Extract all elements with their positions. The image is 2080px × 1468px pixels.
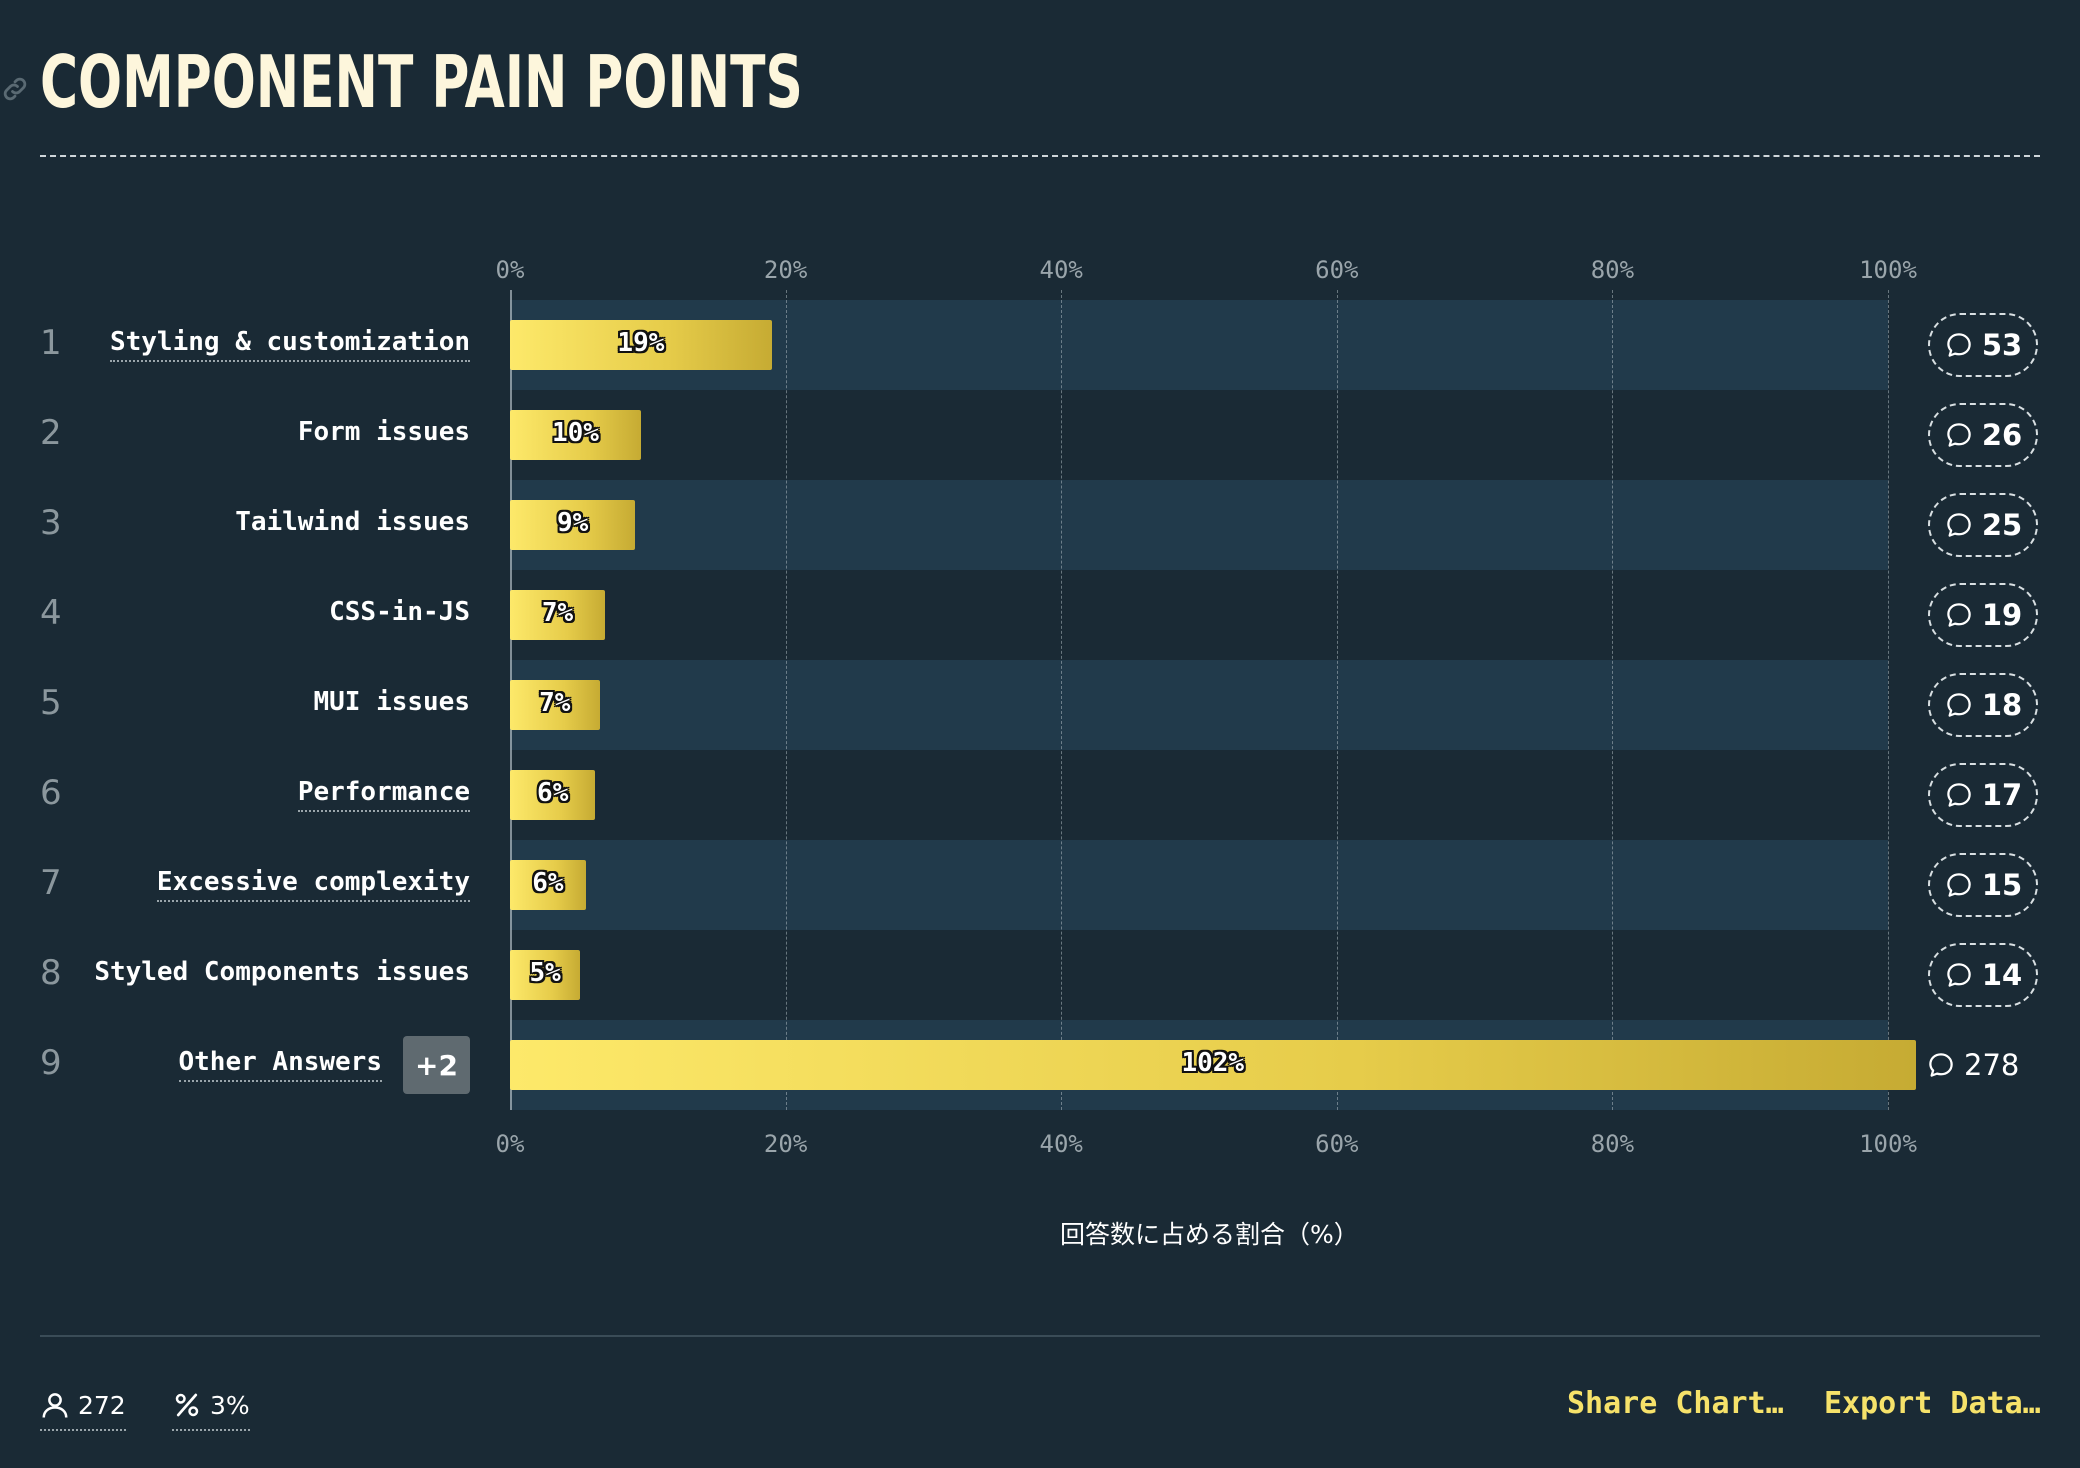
row-band — [510, 660, 1888, 750]
bar-value-label: 6% — [532, 868, 564, 898]
more-answers-badge[interactable]: +2 — [403, 1036, 470, 1094]
percent-stat[interactable]: 3% — [172, 1383, 250, 1431]
row-rank: 8 — [40, 953, 62, 993]
x-tick-top: 60% — [1315, 256, 1359, 284]
comment-icon — [1947, 423, 1971, 447]
gridline — [1336, 290, 1338, 1110]
comment-icon — [1947, 873, 1971, 897]
respondents-count: 272 — [78, 1390, 126, 1420]
bar-value-label: 10% — [551, 418, 599, 448]
comment-count[interactable]: 18 — [1928, 673, 2038, 737]
x-tick-top: 100% — [1859, 256, 1917, 284]
row-rank: 6 — [40, 773, 62, 813]
bar-value-label: 7% — [541, 598, 574, 628]
row-rank: 7 — [40, 863, 62, 903]
x-tick-top: 80% — [1590, 256, 1635, 284]
row-band — [510, 480, 1888, 570]
comment-count[interactable]: 17 — [1928, 763, 2038, 827]
comment-icon — [1947, 693, 1971, 717]
gridline — [1888, 290, 1889, 1110]
row-label: Styled Components issues — [94, 957, 470, 987]
comment-count[interactable]: 25 — [1928, 493, 2038, 557]
page-title: COMPONENT PAIN POINTS — [40, 40, 803, 124]
comment-count-value: 15 — [1981, 868, 2023, 902]
x-tick-bottom: 20% — [763, 1130, 808, 1158]
x-tick-bottom: 40% — [1039, 1130, 1083, 1158]
comment-count[interactable]: 278 — [1926, 1033, 2019, 1097]
comment-count[interactable]: 19 — [1928, 583, 2038, 647]
comment-icon — [1929, 1053, 1953, 1077]
percent-icon — [175, 1393, 199, 1417]
row-label: Form issues — [297, 417, 470, 447]
comment-icon — [1947, 603, 1971, 627]
comment-count[interactable]: 14 — [1928, 943, 2038, 1007]
comment-count-value: 25 — [1981, 508, 2023, 542]
row-label[interactable]: Styling & customization — [109, 327, 470, 362]
comment-count-value: 26 — [1981, 418, 2023, 452]
x-tick-bottom: 60% — [1315, 1130, 1359, 1158]
row-rank: 2 — [40, 413, 62, 453]
row-label[interactable]: Excessive complexity — [156, 867, 470, 902]
comment-count-value: 278 — [1964, 1048, 2020, 1082]
comment-count-value: 17 — [1981, 778, 2023, 812]
chart-header: COMPONENT PAIN POINTS — [3, 38, 2040, 158]
comment-count[interactable]: 53 — [1928, 313, 2038, 377]
bar-value-label: 102% — [1181, 1048, 1245, 1078]
comment-icon — [1947, 513, 1971, 537]
row-rank: 4 — [40, 593, 62, 633]
x-tick-bottom: 80% — [1590, 1130, 1635, 1158]
row-label[interactable]: Other Answers — [178, 1047, 382, 1082]
row-label: Tailwind issues — [235, 507, 470, 537]
row-band — [510, 840, 1888, 930]
link-icon[interactable] — [0, 74, 30, 104]
comment-count-value: 19 — [1981, 598, 2023, 632]
bar-value-label: 7% — [539, 688, 571, 718]
comment-count-value: 18 — [1981, 688, 2023, 722]
x-tick-bottom: 100% — [1859, 1130, 1917, 1158]
row-label[interactable]: Performance — [297, 777, 470, 812]
footer-divider — [40, 1335, 2040, 1337]
x-axis-title: 回答数に占める割合（%） — [1060, 1220, 1359, 1249]
title-divider — [40, 155, 2040, 157]
comment-icon — [1947, 783, 1971, 807]
comment-count-value: 14 — [1981, 958, 2023, 992]
row-label: CSS-in-JS — [329, 597, 470, 627]
comment-count[interactable]: 26 — [1928, 403, 2038, 467]
export-data-button[interactable]: Export Data… — [1824, 1386, 2041, 1421]
respondents-stat[interactable]: 272 — [40, 1383, 126, 1431]
x-tick-top: 20% — [763, 256, 808, 284]
gridline — [1612, 290, 1614, 1110]
comment-icon — [1947, 333, 1971, 357]
comment-count-value: 53 — [1981, 328, 2023, 362]
bar-value-label: 5% — [529, 958, 561, 988]
row-rank: 3 — [40, 503, 62, 543]
gridline — [1061, 290, 1063, 1110]
row-rank: 5 — [40, 683, 62, 723]
bar-value-label: 6% — [537, 778, 569, 808]
user-icon — [42, 1393, 68, 1418]
bar-value-label: 9% — [557, 508, 589, 538]
gridline — [785, 290, 787, 1110]
x-tick-bottom: 0% — [495, 1130, 525, 1158]
x-tick-top: 0% — [495, 256, 525, 284]
bar-value-label: 19% — [617, 328, 665, 358]
row-rank: 9 — [40, 1043, 62, 1083]
row-label: MUI issues — [313, 687, 470, 717]
share-chart-button[interactable]: Share Chart… — [1567, 1386, 1784, 1421]
percent-value: 3% — [210, 1390, 250, 1420]
comment-count[interactable]: 15 — [1928, 853, 2038, 917]
row-rank: 1 — [40, 323, 62, 363]
comment-icon — [1947, 963, 1971, 987]
x-tick-top: 40% — [1039, 256, 1083, 284]
